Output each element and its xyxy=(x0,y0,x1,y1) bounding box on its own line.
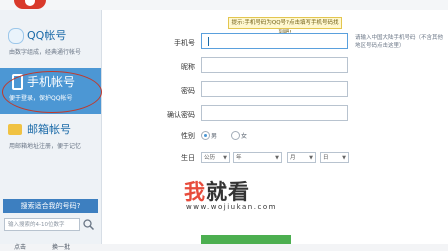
envelope-icon xyxy=(8,124,22,135)
submit-button[interactable] xyxy=(201,235,291,244)
sidebar-item-email-account[interactable]: 邮箱帐号 用邮箱地址注册，便于记忆 xyxy=(0,116,101,162)
year-value: 年 xyxy=(236,155,242,161)
confirm-password-label: 确认密码 xyxy=(167,111,195,119)
sidebar-item-title: 邮箱帐号 xyxy=(27,123,71,136)
watermark-logo: 我就看 xyxy=(184,176,250,206)
gender-label: 性别 xyxy=(181,132,195,140)
chevron-down-icon: ▼ xyxy=(342,155,346,161)
sidebar-item-title: QQ帐号 xyxy=(27,29,67,42)
text-cursor xyxy=(208,37,209,46)
confirm-password-input[interactable] xyxy=(201,105,348,121)
month-select[interactable]: 月 ▼ xyxy=(287,152,316,163)
year-select[interactable]: 年 ▼ xyxy=(233,152,282,163)
tip-banner: 提示:手机号码为QQ号?点击填写手机号码找到吧! xyxy=(228,17,342,36)
qq-logo-icon xyxy=(14,0,46,9)
watermark-char: 我 xyxy=(184,180,206,204)
day-value: 日 xyxy=(323,155,329,161)
gender-male-radio[interactable] xyxy=(201,131,210,140)
sidebar-item-qq-account[interactable]: QQ帐号 由数字组成，经典通行帐号 xyxy=(0,22,101,68)
chevron-down-icon: ▼ xyxy=(275,155,279,161)
month-value: 月 xyxy=(290,155,296,161)
phone-input[interactable] xyxy=(201,33,348,49)
gender-female-radio[interactable] xyxy=(231,131,240,140)
nickname-input[interactable] xyxy=(201,57,348,73)
watermark-url: www.wojiukan.com xyxy=(186,203,277,211)
qq-penguin-icon xyxy=(8,28,24,44)
birthday-label: 生日 xyxy=(181,154,195,162)
highlight-circle-annotation xyxy=(2,71,102,113)
chevron-down-icon: ▼ xyxy=(223,155,227,161)
sidebar-item-subtitle: 用邮箱地址注册，便于记忆 xyxy=(9,143,82,150)
bottom-link[interactable]: 点击 xyxy=(14,242,26,251)
calendar-type-select[interactable]: 公历 ▼ xyxy=(201,152,230,163)
sidebar: QQ帐号 由数字组成，经典通行帐号 手机帐号 便于登录，保护QQ帐号 邮箱帐号 … xyxy=(0,10,102,251)
number-search-input[interactable]: 输入搜索的4-10位数字 xyxy=(4,218,80,231)
gender-female-label: 女 xyxy=(241,133,248,140)
watermark-text: 就看 xyxy=(206,180,250,204)
search-icon[interactable] xyxy=(82,218,95,231)
bottom-link[interactable]: 换一批 xyxy=(52,242,70,251)
phone-label: 手机号 xyxy=(174,39,195,47)
promo-title: 搜索适合我的号码? xyxy=(3,199,98,213)
phone-hint: 请输入中国大陆手机号码（不含其他地区号码点击这里） xyxy=(355,35,444,49)
day-select[interactable]: 日 ▼ xyxy=(320,152,349,163)
password-input[interactable] xyxy=(201,81,348,97)
calendar-type-value: 公历 xyxy=(204,155,216,161)
password-label: 密码 xyxy=(181,87,195,95)
top-bar xyxy=(0,0,448,10)
chevron-down-icon: ▼ xyxy=(309,155,313,161)
sidebar-item-subtitle: 由数字组成，经典通行帐号 xyxy=(9,49,82,56)
nickname-label: 昵称 xyxy=(181,63,195,71)
gender-male-label: 男 xyxy=(211,133,218,140)
